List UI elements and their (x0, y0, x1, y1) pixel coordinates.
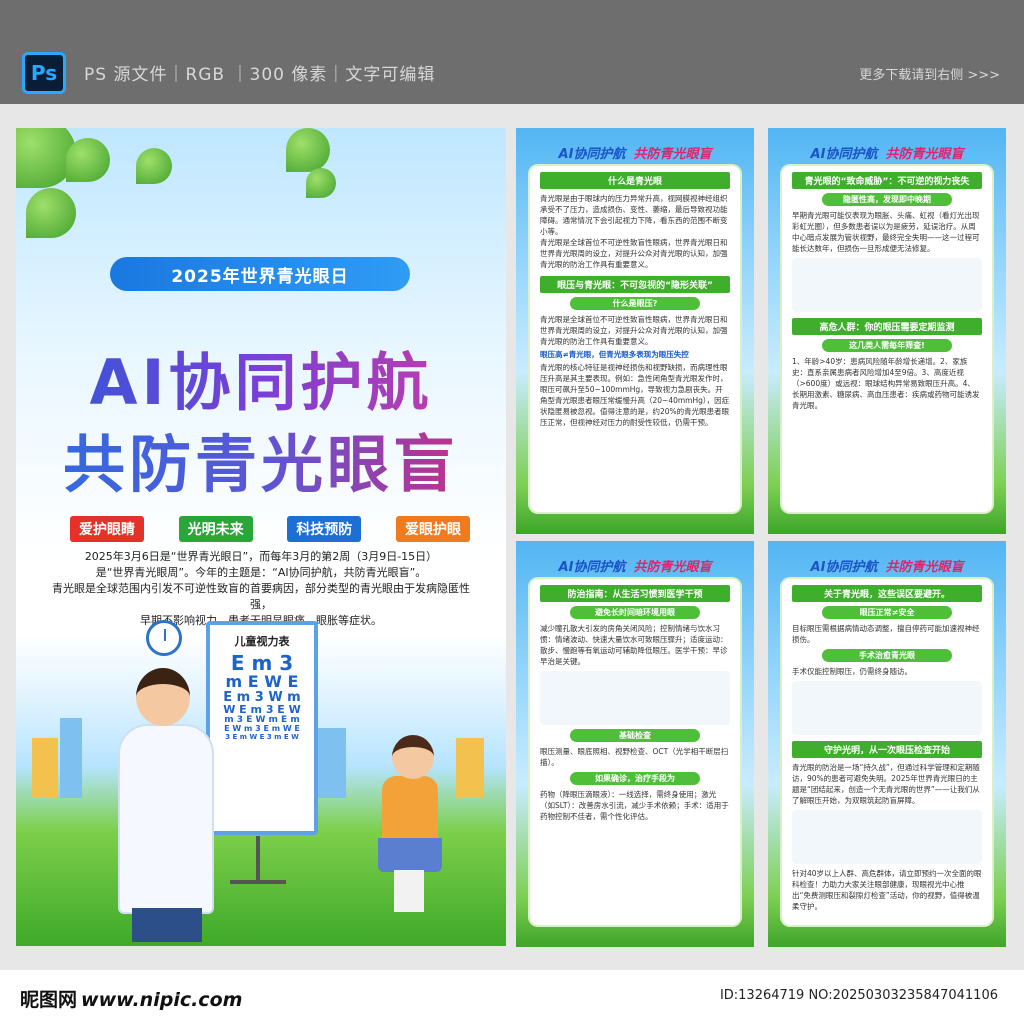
panel-card: 青光眼的“致命威胁”：不可逆的视力丧失隐匿性高，发现即中晚期早期青光眼可能仅表现… (782, 166, 992, 512)
subsection-heading: 手术治愈青光眼 (822, 649, 952, 662)
girl-legs (394, 870, 424, 912)
eye-chart-row: 3 E m W E 3 m E W (225, 732, 299, 741)
building-illustration (316, 728, 346, 798)
panel-header: AI协同护航 共防青光眼盲 (516, 143, 754, 162)
panel-header: AI协同护航 共防青光眼盲 (768, 143, 1006, 162)
section-heading: 防治指南：从生活习惯到医学干预 (540, 585, 730, 602)
more-downloads-link[interactable]: 更多下载请到右侧 >>> (859, 64, 1000, 83)
illustration (792, 681, 982, 735)
site-url: www.nipic.com (81, 989, 243, 1011)
slogan-chip: 爱护眼睛 (70, 516, 144, 542)
chart-stand (256, 836, 260, 884)
eye-chart-board: 儿童视力表 E m 3 m E W E E m 3 W m W E m 3 E … (206, 621, 318, 835)
panel-header-right: 共防青光眼盲 (885, 147, 964, 162)
clock-icon (146, 620, 182, 656)
panel-header-left: AI协同护航 (558, 147, 626, 162)
poster-title-line2: 共防青光眼盲 (16, 414, 506, 504)
doctor-head (136, 668, 190, 726)
intro-line: 2025年3月6日是“世界青光眼日”，而每年3月的第2周（3月9日-15日） (84, 550, 438, 563)
body-text: 眼压测量、眼底照相、视野检查、OCT（光学相干断层扫描）。 (540, 747, 729, 767)
illustration (792, 810, 982, 864)
body-text: 青光眼的核心特征是视神经损伤和视野缺损，而病理性眼压升高是其主要表现。例如：急性… (540, 363, 730, 427)
eye-chart-rows: E m 3 m E W E E m 3 W m W E m 3 E W m 3 … (216, 653, 308, 741)
panel-card: 什么是青光眼青光眼是由于眼球内的压力异常升高，视网膜视神经组织承受不了压力，造成… (530, 166, 740, 512)
slogan-chip: 科技预防 (287, 516, 362, 542)
slogan-chip: 爱眼护眼 (395, 516, 470, 542)
leaf-decoration (136, 148, 172, 184)
intro-line: 是“世界青光眼周”。今年的主题是：“AI协同护航，共防青光眼盲”。 (95, 566, 427, 579)
subsection-heading: 如果确诊，治疗手段为 (570, 772, 700, 785)
info-panel-4: AI协同护航 共防青光眼盲 关于青光眼，这些误区要避开。眼压正常≠安全目标眼压需根… (768, 541, 1006, 947)
subsection-heading: 眼压正常≠安全 (822, 606, 952, 619)
eye-chart-row: m E W E (225, 672, 299, 691)
illustration (540, 671, 730, 725)
panel-card: 关于青光眼，这些误区要避开。眼压正常≠安全目标眼压需根据病情动态调整，擅自停药可… (782, 579, 992, 925)
section-heading: 关于青光眼，这些误区要避开。 (792, 585, 982, 602)
year-badge: 2025年世界青光眼日 (110, 257, 410, 291)
section-heading: 青光眼的“致命威胁”：不可逆的视力丧失 (792, 172, 982, 189)
file-info-text: PS 源文件｜RGB ｜300 像素｜文字可编辑 (84, 65, 436, 85)
subsection-heading: 隐匿性高，发现即中晚期 (822, 193, 952, 206)
slogan-chips: 爱护眼睛 光明未来 科技预防 爱眼护眼 (70, 516, 470, 542)
panel-header-left: AI协同护航 (810, 560, 878, 575)
info-panel-1: AI协同护航 共防青光眼盲 什么是青光眼青光眼是由于眼球内的压力异常升高，视网膜视… (516, 128, 754, 534)
chart-stand-base (230, 880, 286, 884)
panel-header-right: 共防青光眼盲 (633, 560, 712, 575)
panel-header: AI协同护航 共防青光眼盲 (516, 556, 754, 575)
illustration (792, 258, 982, 312)
building-illustration (456, 738, 484, 798)
body-text: 目标眼压需根据病情动态调整，擅自停药可能加速视神经损伤。 (792, 624, 980, 644)
info-panel-3: AI协同护航 共防青光眼盲 防治指南：从生活习惯到医学干预避免长时间暗环境用眼减少… (516, 541, 754, 947)
body-text: 1、年龄>40岁：患病风险随年龄增长递增。2、家族史：直系亲属患病者风险增加4至… (792, 357, 980, 410)
subsection-heading: 基础检查 (570, 729, 700, 742)
body-text: 青光眼的防治是一场“持久战”，但通过科学管理和定期随访，90%的患者可避免失明。… (792, 763, 980, 805)
poster-title-line1: AI协同护航 (16, 332, 506, 422)
eye-chart-row: E m 3 W m (223, 689, 301, 705)
intro-line: 青光眼是全球范围内引发不可逆性致盲的首要病因，部分类型的青光眼由于发病隐匿性强， (52, 582, 470, 611)
body-text: 针对40岁以上人群、高危群体，请立即预约一次全面的眼科检查！力助力大家关注眼部健… (792, 869, 982, 911)
panel-header-right: 共防青光眼盲 (633, 147, 712, 162)
eye-chart-row: E m 3 (230, 651, 294, 675)
site-watermark[interactable]: 昵图网 www.nipic.com (20, 985, 242, 1012)
doctor-illustration (118, 724, 214, 914)
doctor-legs (132, 908, 202, 942)
subsection-heading: 这几类人需每年筛查! (822, 339, 952, 352)
building-illustration (60, 718, 82, 798)
panel-card: 防治指南：从生活习惯到医学干预避免长时间暗环境用眼减少瞳孔散大引发的房角关闭风险… (530, 579, 740, 925)
section-heading: 高危人群：你的眼压需要定期监测 (792, 318, 982, 335)
girl-head (392, 735, 434, 779)
panel-header-left: AI协同护航 (558, 560, 626, 575)
main-poster: 2025年世界青光眼日 AI协同护航 共防青光眼盲 爱护眼睛 光明未来 科技预防… (16, 128, 506, 946)
slogan-chip: 光明未来 (178, 516, 253, 542)
panel-header-right: 共防青光眼盲 (885, 560, 964, 575)
photoshop-icon: Ps (22, 52, 66, 94)
body-text: 早期青光眼可能仅表现为眼胀、头痛、虹视（看灯光出现彩虹光圈），但多数患者误以为是… (792, 211, 980, 253)
info-panel-2: AI协同护航 共防青光眼盲 青光眼的“致命威胁”：不可逆的视力丧失隐匿性高，发现即… (768, 128, 1006, 534)
subsection-heading: 避免长时间暗环境用眼 (570, 606, 700, 619)
highlight-text: 眼压高≠青光眼，但青光眼多表现为眼压失控 (540, 350, 689, 359)
section-heading: 守护光明，从一次眼压检查开始 (792, 741, 982, 758)
building-illustration (32, 738, 58, 798)
body-text: 青光眼是全球首位不可逆性致盲性眼病，世界青光眼日和世界青光眼周的设立，对提升公众… (540, 238, 728, 269)
body-text: 青光眼是由于眼球内的压力异常升高，视网膜视神经组织承受不了压力，造成损伤、变性、… (540, 194, 728, 236)
leaf-decoration (286, 128, 330, 172)
subsection-heading: 什么是眼压? (570, 297, 700, 310)
body-text: 药物（降眼压滴眼液）：一线选择，需终身使用；激光（如SLT）：改善房水引流，减少… (540, 790, 729, 821)
panel-header-left: AI协同护航 (810, 147, 878, 162)
site-name: 昵图网 (20, 989, 78, 1011)
leaf-decoration (306, 168, 336, 198)
body-text: 手术仅能控制眼压，仍需终身随访。 (792, 667, 912, 676)
leaf-decoration (26, 188, 76, 238)
body-text: 减少瞳孔散大引发的房角关闭风险；控制情绪与饮水习惯：情绪波动、快速大量饮水可致眼… (540, 624, 728, 666)
panel-header: AI协同护航 共防青光眼盲 (768, 556, 1006, 575)
top-bar: Ps PS 源文件｜RGB ｜300 像素｜文字可编辑 更多下载请到右侧 >>> (0, 0, 1024, 104)
section-heading: 眼压与青光眼：不可忽视的“隐形关联” (540, 276, 730, 293)
eye-chart-title: 儿童视力表 (234, 635, 290, 648)
girl-skirt (378, 838, 442, 872)
leaf-decoration (66, 138, 110, 182)
image-id-text: ID:13264719 NO:20250303235847041106 (719, 988, 998, 1003)
intro-paragraph: 2025年3月6日是“世界青光眼日”，而每年3月的第2周（3月9日-15日） 是… (46, 549, 476, 629)
section-heading: 什么是青光眼 (540, 172, 730, 189)
body-text: 青光眼是全球首位不可逆性致盲性眼病，世界青光眼日和世界青光眼周的设立，对提升公众… (540, 315, 728, 346)
